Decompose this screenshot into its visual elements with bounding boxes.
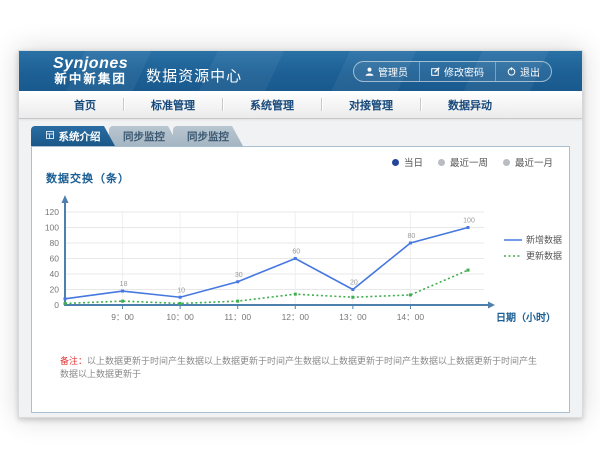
change-password-label: 修改密码 bbox=[444, 64, 484, 79]
svg-text:新增数据: 新增数据 bbox=[526, 234, 562, 245]
svg-text:14：00: 14：00 bbox=[397, 312, 425, 322]
svg-text:80: 80 bbox=[408, 233, 416, 240]
nav-item-interface-mgmt[interactable]: 对接管理 bbox=[322, 97, 420, 113]
svg-text:9：00: 9：00 bbox=[111, 312, 134, 322]
tab-sync-monitor-1[interactable]: 同步监控 bbox=[109, 126, 179, 146]
tab-bar: 系统介绍 同步监控 同步监控 bbox=[31, 126, 582, 146]
footnote-text: 以上数据更新于时间产生数据以上数据更新于时间产生数据以上数据更新于时间产生数据以… bbox=[60, 356, 537, 379]
svg-text:日期（小时）: 日期（小时） bbox=[496, 311, 556, 324]
tab-label: 同步监控 bbox=[123, 129, 165, 144]
nav-item-system-mgmt[interactable]: 系统管理 bbox=[223, 97, 321, 113]
svg-text:60: 60 bbox=[292, 249, 300, 256]
power-icon bbox=[507, 67, 516, 76]
logout-label: 退出 bbox=[520, 64, 540, 79]
svg-text:120: 120 bbox=[45, 207, 59, 217]
svg-text:30: 30 bbox=[235, 272, 243, 279]
svg-text:40: 40 bbox=[50, 269, 60, 279]
tab-label: 系统介绍 bbox=[59, 129, 101, 144]
user-button[interactable]: 管理员 bbox=[354, 62, 419, 81]
svg-text:13：00: 13：00 bbox=[339, 312, 367, 322]
svg-text:100: 100 bbox=[45, 223, 59, 233]
edit-icon bbox=[431, 67, 440, 76]
svg-text:10：00: 10：00 bbox=[166, 312, 194, 322]
nav-item-data-change[interactable]: 数据异动 bbox=[421, 97, 519, 113]
svg-text:80: 80 bbox=[50, 238, 60, 248]
nav-item-home[interactable]: 首页 bbox=[47, 97, 123, 113]
footnote-prefix: 备注： bbox=[60, 356, 87, 366]
tab-sync-monitor-2[interactable]: 同步监控 bbox=[173, 126, 243, 146]
svg-text:100: 100 bbox=[463, 218, 475, 225]
user-icon bbox=[365, 67, 374, 76]
svg-text:更新数据: 更新数据 bbox=[526, 250, 562, 261]
app-window: Synjones 新中新集团 数据资源中心 管理员 修改密码 退出 bbox=[18, 50, 583, 418]
header: Synjones 新中新集团 数据资源中心 管理员 修改密码 退出 bbox=[19, 51, 582, 91]
content-panel: 当日 最近一周 最近一月 数据交换（条） 9：0010：0011：0012：00… bbox=[31, 146, 570, 413]
svg-text:18: 18 bbox=[120, 281, 128, 288]
document-grid-icon bbox=[46, 130, 54, 142]
tab-label: 同步监控 bbox=[187, 129, 229, 144]
logo-text-cn: 新中新集团 bbox=[53, 73, 128, 86]
tab-system-intro[interactable]: 系统介绍 bbox=[31, 126, 115, 146]
main-nav: 首页 标准管理 系统管理 对接管理 数据异动 bbox=[19, 91, 582, 119]
logo-text-en: Synjones bbox=[53, 56, 128, 73]
svg-text:20: 20 bbox=[350, 280, 358, 287]
svg-text:10: 10 bbox=[177, 287, 185, 294]
svg-text:11：00: 11：00 bbox=[224, 312, 251, 322]
svg-text:20: 20 bbox=[50, 285, 60, 295]
header-user-bar: 管理员 修改密码 退出 bbox=[353, 61, 552, 82]
svg-text:12：00: 12：00 bbox=[282, 312, 310, 322]
change-password-button[interactable]: 修改密码 bbox=[419, 62, 495, 81]
nav-item-standard-mgmt[interactable]: 标准管理 bbox=[124, 97, 222, 113]
footnote: 备注：以上数据更新于时间产生数据以上数据更新于时间产生数据以上数据更新于时间产生… bbox=[60, 355, 540, 380]
svg-text:0: 0 bbox=[54, 300, 59, 310]
page-title: 数据资源中心 bbox=[146, 65, 242, 86]
svg-text:60: 60 bbox=[50, 254, 60, 264]
user-label: 管理员 bbox=[378, 64, 408, 79]
logout-button[interactable]: 退出 bbox=[495, 62, 551, 81]
logo: Synjones 新中新集团 bbox=[53, 56, 128, 86]
